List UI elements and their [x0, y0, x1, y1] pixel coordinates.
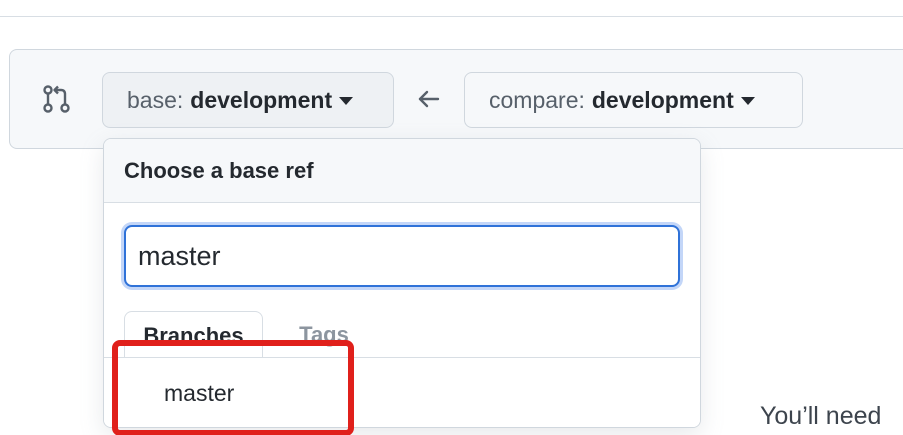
- triangle-down-icon: [339, 97, 354, 105]
- base-ref-button[interactable]: base: development: [102, 72, 394, 128]
- truncated-notice-text: You’ll need: [760, 402, 882, 430]
- git-pull-request-icon: [43, 85, 70, 113]
- branch-item-master[interactable]: master: [104, 358, 700, 427]
- base-ref-dropdown: Choose a base ref Branches Tags master: [103, 138, 701, 428]
- divider: [0, 16, 903, 17]
- base-prefix: base:: [127, 86, 184, 113]
- tab-branches[interactable]: Branches: [124, 311, 263, 359]
- tab-tags[interactable]: Tags: [284, 311, 364, 358]
- arrow-left-icon: [418, 90, 440, 108]
- compare-ref-label: development: [591, 86, 734, 113]
- triangle-down-icon: [740, 97, 755, 105]
- base-ref-label: development: [190, 86, 333, 113]
- dropdown-title: Choose a base ref: [104, 139, 700, 203]
- compare-ref-button[interactable]: compare: development: [464, 72, 803, 128]
- compare-page: base: development compare: development C…: [0, 0, 903, 435]
- branch-filter-input[interactable]: [124, 225, 680, 287]
- compare-prefix: compare:: [489, 86, 585, 113]
